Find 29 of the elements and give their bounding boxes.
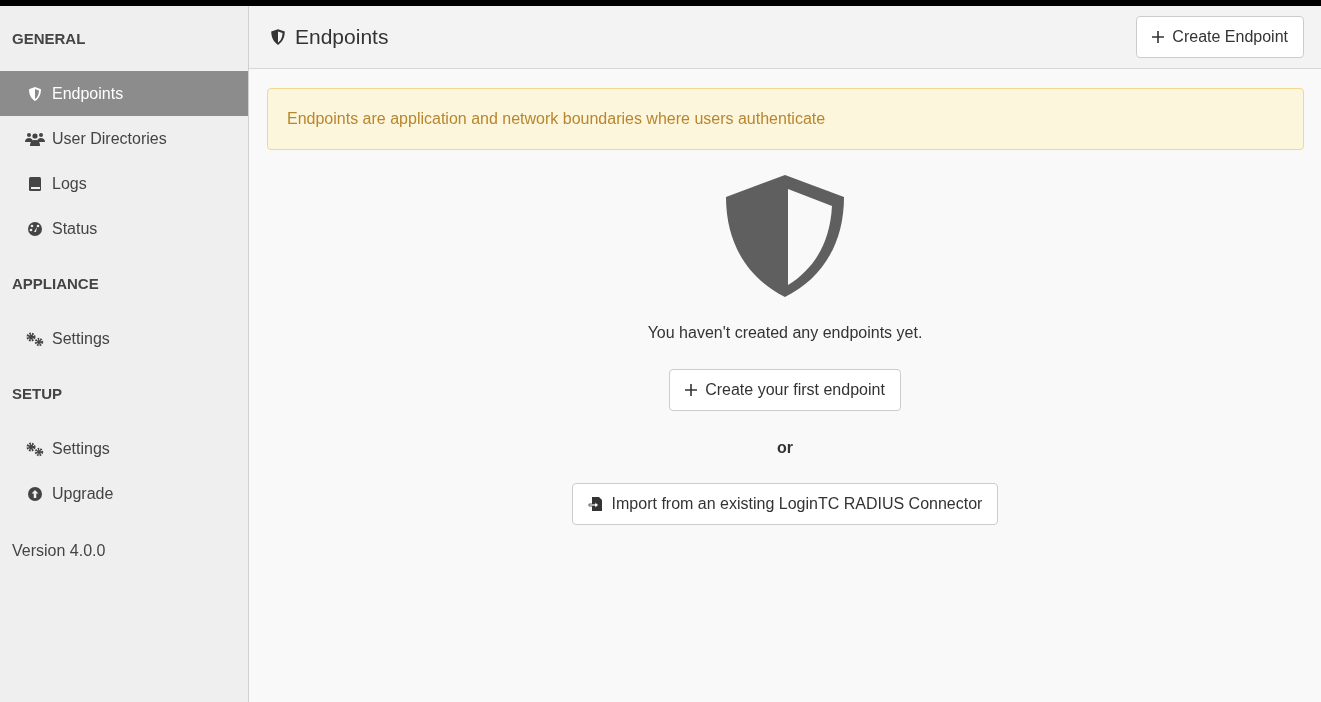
separator-text: or (777, 439, 793, 457)
page-title: Endpoints (295, 25, 389, 49)
plus-icon (1152, 31, 1165, 43)
import-button[interactable]: Import from an existing LoginTC RADIUS Connector (571, 483, 999, 525)
sidebar-item[interactable]: Settings (0, 316, 248, 361)
sidebar-item[interactable]: Settings (0, 426, 248, 471)
file-import-icon (587, 496, 604, 512)
sidebar-item[interactable]: Logs (0, 161, 248, 206)
info-alert: Endpoints are application and network boundaries where users authenticate (267, 88, 1304, 150)
shield-icon (269, 28, 287, 46)
sidebar-item[interactable]: Upgrade (0, 471, 248, 516)
sidebar-item[interactable]: Status (0, 206, 248, 251)
gauge-icon (27, 220, 43, 237)
gears-icon (25, 330, 45, 347)
create-first-button[interactable]: Create your first endpoint (669, 369, 901, 411)
users-icon (25, 131, 45, 146)
sidebar-item[interactable]: User Directories (0, 116, 248, 161)
section-heading: SETUP (11, 384, 63, 404)
book-icon (28, 175, 42, 192)
section-heading: APPLIANCE (11, 274, 100, 294)
section-heading: GENERAL (11, 29, 87, 49)
plus-icon (685, 384, 698, 396)
version-label: Version 4.0.0 (11, 541, 107, 561)
shield-icon (726, 175, 844, 297)
shield-icon (27, 85, 43, 102)
upload-icon (27, 485, 43, 502)
create-endpoint-button[interactable]: Create Endpoint (1136, 16, 1304, 58)
gears-icon (25, 440, 45, 457)
empty-message: You haven't created any endpoints yet. (647, 324, 923, 342)
